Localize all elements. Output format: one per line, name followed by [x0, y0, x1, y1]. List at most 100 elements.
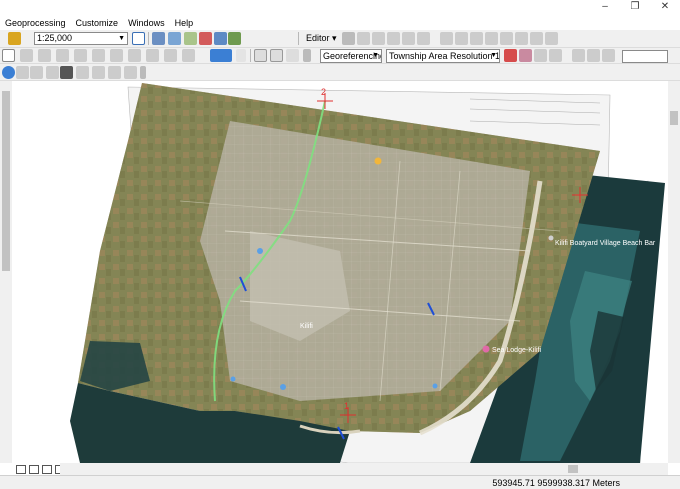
arctoolbox-icon[interactable]	[214, 32, 227, 45]
add-data-icon[interactable]	[8, 32, 21, 45]
toc-icon[interactable]	[168, 32, 181, 45]
vertical-scrollbar[interactable]	[668, 81, 680, 463]
go-to-xy-icon[interactable]	[92, 66, 105, 79]
refresh-button[interactable]	[42, 464, 52, 474]
poi-marker[interactable]	[432, 383, 438, 389]
tools-toolbar: Georeferencing ▼ Township Area Resolutio…	[0, 48, 680, 64]
attributes-icon[interactable]	[515, 32, 528, 45]
rotate-icon[interactable]	[500, 32, 513, 45]
editor-toolbar-icon[interactable]	[132, 32, 145, 45]
layout-view-icon[interactable]	[254, 49, 267, 62]
create-viewer-icon[interactable]	[124, 66, 137, 79]
viewer-icon[interactable]	[587, 49, 600, 62]
delete-icon[interactable]	[128, 49, 141, 62]
poi-marker[interactable]	[230, 376, 236, 382]
open-icon[interactable]	[20, 49, 33, 62]
minimize-button[interactable]: –	[590, 0, 620, 14]
navigation-toolbar	[0, 64, 680, 81]
cut-icon[interactable]	[74, 49, 87, 62]
poi-marker[interactable]	[548, 235, 554, 241]
poi-marker[interactable]	[374, 157, 382, 165]
restore-button[interactable]: ❐	[620, 0, 650, 14]
paste-icon[interactable]	[110, 49, 123, 62]
control-point-label: 2	[321, 87, 326, 97]
time-slider-icon[interactable]	[108, 66, 121, 79]
create-features-icon[interactable]	[545, 32, 558, 45]
cut-polygons-icon[interactable]	[470, 32, 483, 45]
georef-layer-select[interactable]: Township Area Resolution 1 Max ▼	[386, 49, 500, 63]
chevron-down-icon[interactable]	[236, 49, 246, 62]
sketch-properties-icon[interactable]	[530, 32, 543, 45]
html-popup-icon[interactable]	[30, 66, 43, 79]
view-buttons	[16, 463, 65, 475]
print-icon[interactable]	[56, 49, 69, 62]
edit-tool-icon[interactable]	[342, 32, 355, 45]
identify-icon[interactable]	[2, 66, 15, 79]
poi-marker[interactable]	[257, 248, 263, 254]
measure-icon[interactable]	[46, 66, 59, 79]
control-point-label: 1	[344, 401, 349, 411]
menu-windows[interactable]: Windows	[123, 16, 170, 30]
link-table-icon[interactable]	[572, 49, 585, 62]
catalog-icon[interactable]	[184, 32, 197, 45]
straight-segment-icon[interactable]	[372, 32, 385, 45]
edit-annotation-icon[interactable]	[357, 32, 370, 45]
undo-icon[interactable]	[146, 49, 159, 62]
rotate-georef-icon[interactable]	[534, 49, 547, 62]
save-icon[interactable]	[38, 49, 51, 62]
poi-marker[interactable]	[482, 345, 490, 353]
search-window-icon[interactable]	[199, 32, 212, 45]
menu-help[interactable]: Help	[170, 16, 199, 30]
add-control-points-icon[interactable]	[504, 49, 517, 62]
data-view-button[interactable]	[16, 464, 26, 474]
search-input[interactable]	[622, 50, 668, 63]
menu-geoprocessing[interactable]: Geoprocessing	[0, 16, 71, 30]
map-canvas[interactable]: 2 1 Sea Lodge-Kilifi Kilifi Boatyard Vil…	[0, 81, 680, 463]
point-icon[interactable]	[417, 32, 430, 45]
horizontal-scrollbar[interactable]	[60, 463, 668, 475]
close-button[interactable]: ✕	[650, 0, 680, 14]
pan-icon[interactable]	[286, 49, 299, 62]
toolbar-grip-icon	[303, 49, 311, 62]
menu-items: Geoprocessing Customize Windows Help	[0, 16, 198, 30]
trace-icon[interactable]	[402, 32, 415, 45]
layout-view-button[interactable]	[29, 464, 39, 474]
select-elements-icon[interactable]	[16, 66, 29, 79]
editor-menu-button[interactable]: Editor ▾	[306, 32, 337, 45]
reshape-icon[interactable]	[455, 32, 468, 45]
find-route-icon[interactable]	[76, 66, 89, 79]
place-label-sea-lodge: Sea Lodge-Kilifi	[492, 347, 541, 354]
left-scrollbar[interactable]	[0, 81, 12, 463]
menu-customize[interactable]: Customize	[71, 16, 124, 30]
add-layer-icon[interactable]	[182, 49, 195, 62]
chevron-down-icon: ▼	[372, 52, 379, 59]
scale-input[interactable]: 1:25,000 ▼	[34, 32, 128, 45]
scroll-thumb[interactable]	[670, 111, 678, 125]
find-icon[interactable]	[60, 66, 73, 79]
window-controls: – ❐ ✕	[590, 0, 680, 14]
toolbar-separator	[148, 32, 149, 45]
copy-icon[interactable]	[92, 49, 105, 62]
toolbar-separator	[298, 32, 299, 45]
scroll-thumb[interactable]	[2, 91, 10, 271]
georeferencing-menu[interactable]: Georeferencing ▼	[320, 49, 382, 63]
redo-icon[interactable]	[164, 49, 177, 62]
update-display-icon[interactable]	[602, 49, 615, 62]
python-icon[interactable]	[228, 32, 241, 45]
place-label-kilifi: Kilifi	[300, 323, 313, 330]
scroll-thumb[interactable]	[568, 465, 578, 473]
shift-icon[interactable]	[549, 49, 562, 62]
coordinate-readout: 593945.71 9599938.317 Meters	[492, 478, 620, 488]
menu-bar: Geoprocessing Customize Windows Help – ❐…	[0, 0, 680, 30]
data-view-icon[interactable]	[270, 49, 283, 62]
edit-vertices-icon[interactable]	[440, 32, 453, 45]
new-map-icon[interactable]	[2, 49, 15, 62]
poi-marker[interactable]	[280, 384, 286, 390]
view-link-table-icon[interactable]	[519, 49, 532, 62]
map-svg[interactable]: 2 1 Sea Lodge-Kilifi Kilifi Boatyard Vil…	[0, 81, 680, 463]
endpoint-arc-icon[interactable]	[387, 32, 400, 45]
split-icon[interactable]	[485, 32, 498, 45]
chevron-down-icon: ▼	[490, 52, 497, 59]
table-icon[interactable]	[152, 32, 165, 45]
color-swatch-icon[interactable]	[210, 49, 232, 62]
